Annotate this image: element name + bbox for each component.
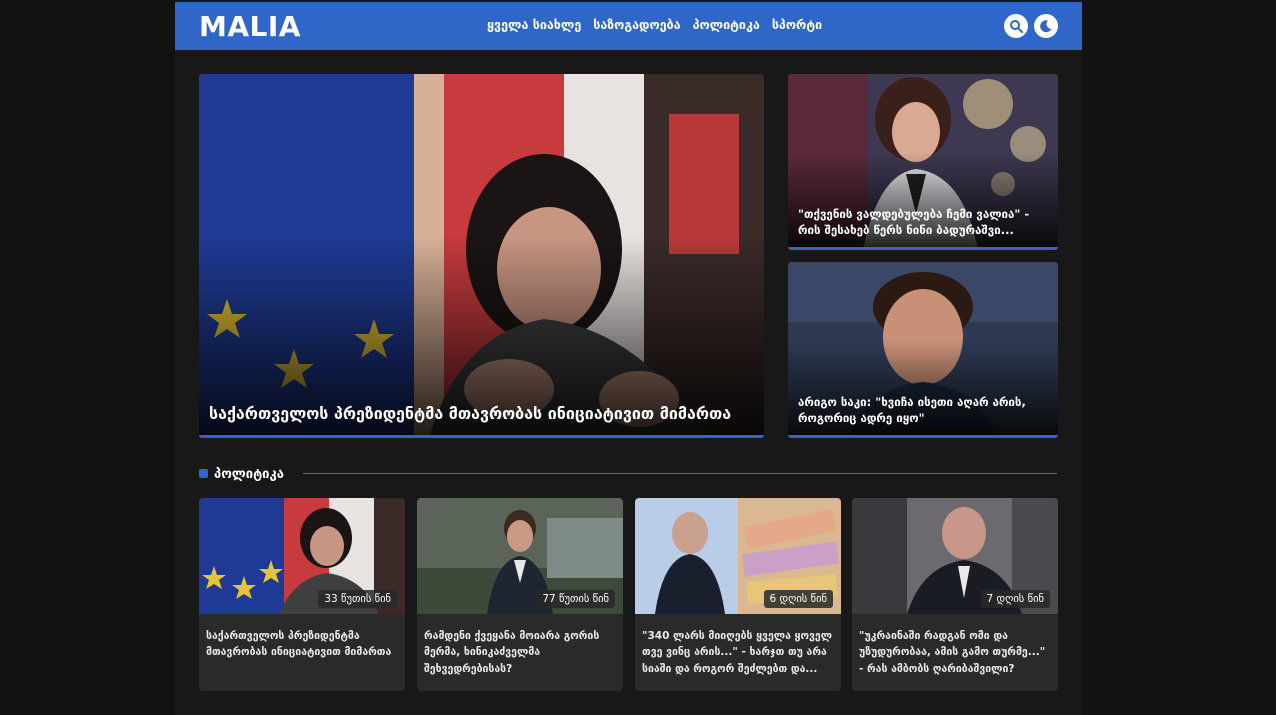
featured-side-title-1: "თქვენის ვალდებულება ჩემი ვალია" - რის შ… xyxy=(798,206,1030,238)
featured-main-article[interactable]: საქართველოს პრეზიდენტმა მთავრობას ინიცია… xyxy=(199,74,764,438)
search-icon xyxy=(1010,20,1023,33)
featured-side-article-2[interactable]: არიგო საკი: "ხვიჩა ისეთი აღარ არის, როგო… xyxy=(788,262,1058,438)
nav-sport[interactable]: სპორტი xyxy=(772,17,822,32)
article-time-badge: 7 დღის წინ xyxy=(980,590,1050,608)
article-card[interactable]: 77 წუთის წინ რამდენი ქვეყანა მოიარა გორი… xyxy=(417,498,623,691)
site-header: MALIA ყველა სიახლე საზოგადოება პოლიტიკა … xyxy=(175,2,1082,50)
article-time-badge: 6 დღის წინ xyxy=(763,590,833,608)
main-nav: ყველა სიახლე საზოგადოება პოლიტიკა სპორტი xyxy=(487,17,822,32)
dark-mode-toggle[interactable] xyxy=(1034,14,1058,38)
article-title: "უკრაინაში რადგან ომი და უზუდურობაა, ამი… xyxy=(859,630,1046,675)
search-button[interactable] xyxy=(1004,14,1028,38)
article-card[interactable]: 7 დღის წინ "უკრაინაში რადგან ომი და უზუდ… xyxy=(852,498,1058,691)
moon-icon xyxy=(1040,20,1052,33)
featured-side-article-1[interactable]: "თქვენის ვალდებულება ჩემი ვალია" - რის შ… xyxy=(788,74,1058,250)
article-title: რამდენი ქვეყანა მოიარა გორის მერმა, ხინი… xyxy=(424,630,600,675)
nav-politics[interactable]: პოლიტიკა xyxy=(693,17,760,32)
article-title: საქართველოს პრეზიდენტმა მთავრობას ინიცია… xyxy=(206,630,392,659)
article-time-badge: 33 წუთის წინ xyxy=(318,590,397,608)
featured-main-title: საქართველოს პრეზიდენტმა მთავრობას ინიცია… xyxy=(209,403,732,423)
section-header-politics: პოლიტიკა xyxy=(199,467,1057,483)
section-title[interactable]: პოლიტიკა xyxy=(214,467,284,482)
section-divider xyxy=(303,473,1057,474)
nav-society[interactable]: საზოგადოება xyxy=(593,17,680,32)
featured-side-title-2: არიგო საკი: "ხვიჩა ისეთი აღარ არის, როგო… xyxy=(798,394,1026,426)
article-thumbnail: 33 წუთის წინ xyxy=(199,498,405,614)
article-thumbnail: 6 დღის წინ xyxy=(635,498,841,614)
nav-all-news[interactable]: ყველა სიახლე xyxy=(487,17,581,32)
article-card[interactable]: 6 დღის წინ "340 ლარს მიიღებს ყველა ყოველ… xyxy=(635,498,841,691)
section-marker xyxy=(199,469,208,478)
article-time-badge: 77 წუთის წინ xyxy=(536,590,615,608)
article-card[interactable]: 33 წუთის წინ საქართველოს პრეზიდენტმა მთა… xyxy=(199,498,405,691)
article-thumbnail: 77 წუთის წინ xyxy=(417,498,623,614)
article-thumbnail: 7 დღის წინ xyxy=(852,498,1058,614)
site-logo[interactable]: MALIA xyxy=(199,10,301,43)
article-title: "340 ლარს მიიღებს ყველა ყოველ თვე ვინც ა… xyxy=(642,630,833,675)
